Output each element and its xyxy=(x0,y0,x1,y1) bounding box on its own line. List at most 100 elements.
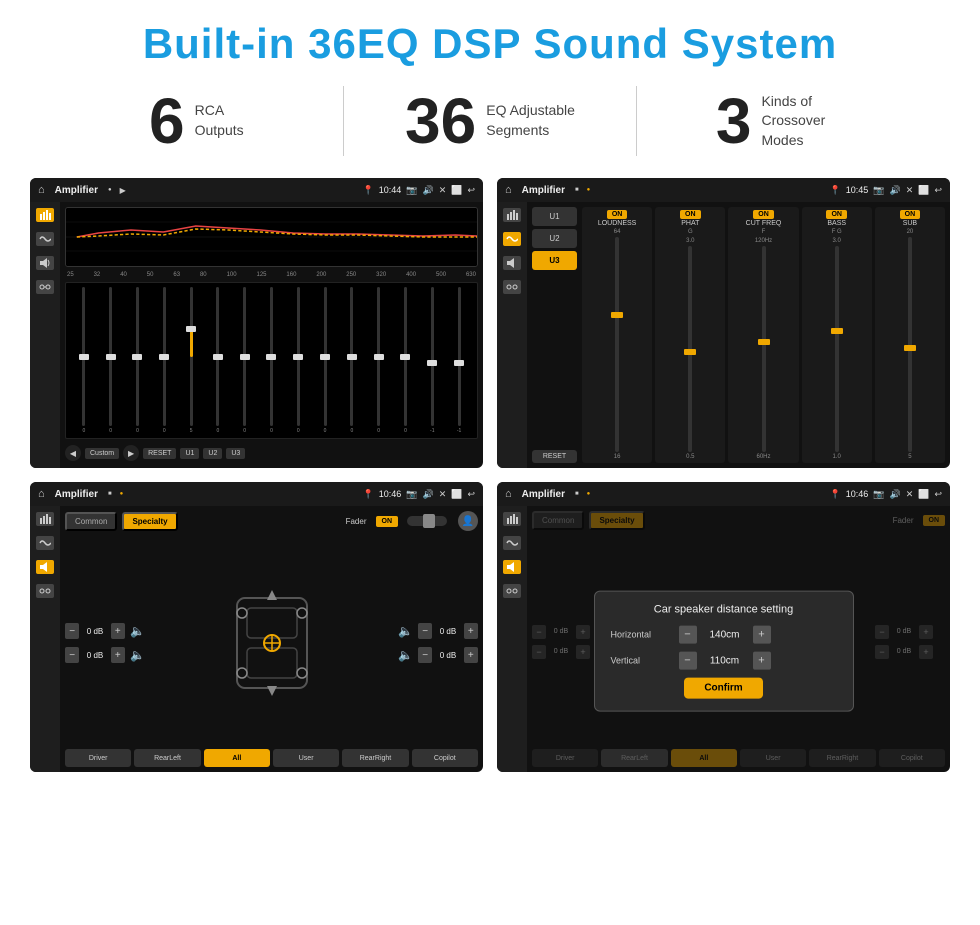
fader-dialog-topbar-time: 10:46 xyxy=(846,489,869,500)
eq-sidebar-cross-icon[interactable] xyxy=(36,280,54,294)
channel-loudness-on[interactable]: ON xyxy=(607,210,628,219)
fader-sidebar-speaker-icon[interactable] xyxy=(36,560,54,574)
freq-320: 320 xyxy=(376,272,386,278)
fader-slider-visual[interactable] xyxy=(407,516,447,526)
eq-handle-4[interactable] xyxy=(186,326,196,332)
confirm-button[interactable]: Confirm xyxy=(684,678,762,699)
back-icon-3: ↩ xyxy=(467,489,475,500)
eq-sidebar xyxy=(30,202,60,468)
btn-user[interactable]: User xyxy=(273,749,339,767)
crossover-sidebar-wave-icon[interactable] xyxy=(503,232,521,246)
phat-slider[interactable] xyxy=(688,246,692,452)
eq-slider-8[interactable]: 0 xyxy=(286,287,310,434)
eq-slider-1[interactable]: 0 xyxy=(99,287,123,434)
right-top-minus[interactable]: − xyxy=(418,623,432,639)
right-bottom-minus[interactable]: − xyxy=(418,647,432,663)
fader-dialog-sidebar-cross-icon[interactable] xyxy=(503,584,521,598)
eq-handle-13[interactable] xyxy=(427,360,437,366)
eq-slider-2[interactable]: 0 xyxy=(126,287,150,434)
tab-common[interactable]: Common xyxy=(65,512,117,531)
eq-slider-10[interactable]: 0 xyxy=(340,287,364,434)
fader-sidebar-cross-icon[interactable] xyxy=(36,584,54,598)
fader-dialog-sidebar-speaker-icon[interactable] xyxy=(503,560,521,574)
eq-slider-7[interactable]: 0 xyxy=(260,287,284,434)
eq-u3-btn[interactable]: U3 xyxy=(226,448,245,459)
eq-slider-12[interactable]: 0 xyxy=(394,287,418,434)
btn-copilot[interactable]: Copilot xyxy=(412,749,478,767)
channel-sub-on[interactable]: ON xyxy=(900,210,921,219)
fader-dialog-sidebar-eq-icon[interactable] xyxy=(503,512,521,526)
channel-bass-on[interactable]: ON xyxy=(826,210,847,219)
left-top-minus[interactable]: − xyxy=(65,623,79,639)
eq-slider-3[interactable]: 0 xyxy=(152,287,176,434)
eq-slider-4[interactable]: 5 xyxy=(179,287,203,434)
fader-sidebar-eq-icon[interactable] xyxy=(36,512,54,526)
eq-prev-btn[interactable]: ◀ xyxy=(65,445,81,461)
right-bottom-plus[interactable]: + xyxy=(464,647,478,663)
channel-phat-on[interactable]: ON xyxy=(680,210,701,219)
eq-slider-5[interactable]: 0 xyxy=(206,287,230,434)
eq-slider-14[interactable]: -1 xyxy=(447,287,471,434)
btn-rearleft[interactable]: RearLeft xyxy=(134,749,200,767)
stat-divider-1 xyxy=(343,86,344,156)
preset-u3[interactable]: U3 xyxy=(532,251,577,270)
crossover-sidebar-speaker-icon[interactable] xyxy=(503,256,521,270)
eq-u2-btn[interactable]: U2 xyxy=(203,448,222,459)
btn-driver[interactable]: Driver xyxy=(65,749,131,767)
eq-handle-9[interactable] xyxy=(320,354,330,360)
right-top-db: 0 dB xyxy=(435,627,460,636)
crossover-sidebar-eq-icon[interactable] xyxy=(503,208,521,222)
eq-handle-3[interactable] xyxy=(159,354,169,360)
amp-reset-btn[interactable]: RESET xyxy=(532,450,577,463)
eq-slider-11[interactable]: 0 xyxy=(367,287,391,434)
eq-sidebar-wave-icon[interactable] xyxy=(36,232,54,246)
fader-sidebar-wave-icon[interactable] xyxy=(36,536,54,550)
eq-handle-11[interactable] xyxy=(374,354,384,360)
eq-handle-0[interactable] xyxy=(79,354,89,360)
left-top-plus[interactable]: + xyxy=(111,623,125,639)
eq-slider-9[interactable]: 0 xyxy=(313,287,337,434)
bass-slider[interactable] xyxy=(835,246,839,452)
eq-sidebar-eq-icon[interactable] xyxy=(36,208,54,222)
tab-specialty[interactable]: Specialty xyxy=(122,512,177,531)
eq-sidebar-speaker-icon[interactable] xyxy=(36,256,54,270)
btn-rearright[interactable]: RearRight xyxy=(342,749,408,767)
left-bottom-minus[interactable]: − xyxy=(65,647,79,663)
eq-handle-2[interactable] xyxy=(132,354,142,360)
crossover-topbar-icons: 📍 10:45 📷 🔊 ✕ ⬜ ↩ xyxy=(830,185,943,196)
preset-u2[interactable]: U2 xyxy=(532,229,577,248)
eq-reset-btn[interactable]: RESET xyxy=(143,448,176,459)
btn-all[interactable]: All xyxy=(204,749,270,767)
vertical-plus[interactable]: + xyxy=(753,652,771,670)
eq-handle-7[interactable] xyxy=(266,354,276,360)
channel-phat: ON PHAT G 3.0 0.5 xyxy=(655,207,725,463)
eq-handle-12[interactable] xyxy=(400,354,410,360)
preset-u1[interactable]: U1 xyxy=(532,207,577,226)
horizontal-plus[interactable]: + xyxy=(753,626,771,644)
eq-handle-5[interactable] xyxy=(213,354,223,360)
channel-phat-label: PHAT xyxy=(681,220,699,227)
eq-custom-btn[interactable]: Custom xyxy=(85,448,119,459)
channel-cutfreq-on[interactable]: ON xyxy=(753,210,774,219)
eq-slider-0[interactable]: 0 xyxy=(72,287,96,434)
eq-u1-btn[interactable]: U1 xyxy=(180,448,199,459)
fader-dialog-sidebar-wave-icon[interactable] xyxy=(503,536,521,550)
left-bottom-plus[interactable]: + xyxy=(111,647,125,663)
crossover-sidebar-cross-icon[interactable] xyxy=(503,280,521,294)
profile-icon[interactable]: 👤 xyxy=(458,511,478,531)
cutfreq-slider[interactable] xyxy=(762,246,766,452)
eq-slider-13[interactable]: -1 xyxy=(420,287,444,434)
eq-handle-6[interactable] xyxy=(240,354,250,360)
horizontal-minus[interactable]: − xyxy=(679,626,697,644)
vertical-minus[interactable]: − xyxy=(679,652,697,670)
fader-on-btn[interactable]: ON xyxy=(376,516,399,527)
eq-next-btn[interactable]: ▶ xyxy=(123,445,139,461)
eq-handle-10[interactable] xyxy=(347,354,357,360)
eq-slider-6[interactable]: 0 xyxy=(233,287,257,434)
right-top-plus[interactable]: + xyxy=(464,623,478,639)
loudness-slider[interactable] xyxy=(615,237,619,452)
eq-handle-14[interactable] xyxy=(454,360,464,366)
eq-handle-8[interactable] xyxy=(293,354,303,360)
eq-handle-1[interactable] xyxy=(106,354,116,360)
sub-slider[interactable] xyxy=(908,237,912,452)
